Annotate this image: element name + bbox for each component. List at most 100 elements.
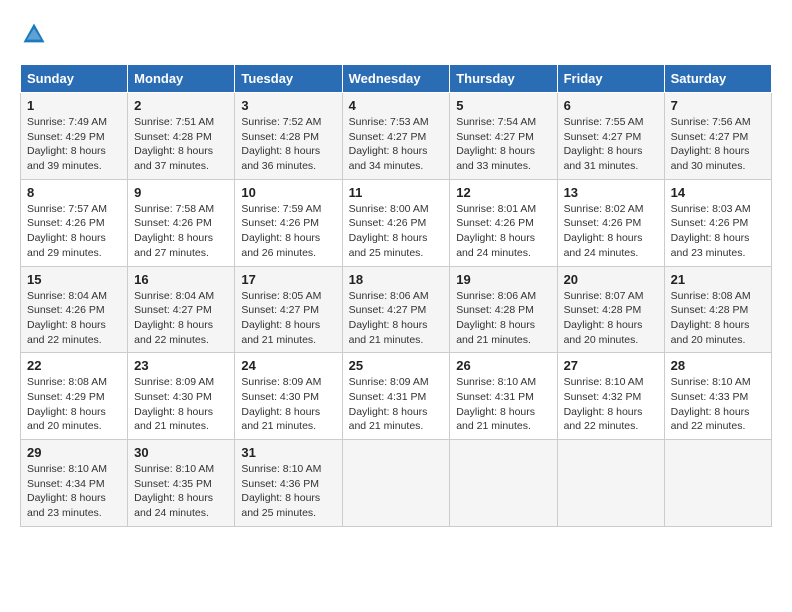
day-number: 4 (349, 98, 444, 113)
calendar-cell: 13 Sunrise: 8:02 AMSunset: 4:26 PMDayligh… (557, 179, 664, 266)
day-number: 27 (564, 358, 658, 373)
day-number: 10 (241, 185, 335, 200)
day-number: 21 (671, 272, 765, 287)
day-number: 5 (456, 98, 550, 113)
day-info: Sunrise: 7:49 AMSunset: 4:29 PMDaylight:… (27, 115, 121, 174)
calendar-cell: 6 Sunrise: 7:55 AMSunset: 4:27 PMDaylight… (557, 93, 664, 180)
day-number: 8 (27, 185, 121, 200)
col-header-monday: Monday (128, 65, 235, 93)
day-info: Sunrise: 8:08 AMSunset: 4:28 PMDaylight:… (671, 289, 765, 348)
day-number: 22 (27, 358, 121, 373)
day-info: Sunrise: 7:55 AMSunset: 4:27 PMDaylight:… (564, 115, 658, 174)
day-info: Sunrise: 7:51 AMSunset: 4:28 PMDaylight:… (134, 115, 228, 174)
calendar-cell: 9 Sunrise: 7:58 AMSunset: 4:26 PMDaylight… (128, 179, 235, 266)
day-number: 9 (134, 185, 228, 200)
calendar-cell: 18 Sunrise: 8:06 AMSunset: 4:27 PMDayligh… (342, 266, 450, 353)
calendar-cell: 23 Sunrise: 8:09 AMSunset: 4:30 PMDayligh… (128, 353, 235, 440)
day-number: 20 (564, 272, 658, 287)
calendar-cell: 15 Sunrise: 8:04 AMSunset: 4:26 PMDayligh… (21, 266, 128, 353)
day-info: Sunrise: 8:06 AMSunset: 4:28 PMDaylight:… (456, 289, 550, 348)
day-info: Sunrise: 7:53 AMSunset: 4:27 PMDaylight:… (349, 115, 444, 174)
calendar-table: SundayMondayTuesdayWednesdayThursdayFrid… (20, 64, 772, 527)
day-number: 12 (456, 185, 550, 200)
day-info: Sunrise: 7:58 AMSunset: 4:26 PMDaylight:… (134, 202, 228, 261)
day-info: Sunrise: 7:56 AMSunset: 4:27 PMDaylight:… (671, 115, 765, 174)
calendar-cell: 10 Sunrise: 7:59 AMSunset: 4:26 PMDayligh… (235, 179, 342, 266)
calendar-cell: 5 Sunrise: 7:54 AMSunset: 4:27 PMDaylight… (450, 93, 557, 180)
calendar-cell: 31 Sunrise: 8:10 AMSunset: 4:36 PMDayligh… (235, 440, 342, 527)
day-info: Sunrise: 8:10 AMSunset: 4:34 PMDaylight:… (27, 462, 121, 521)
day-info: Sunrise: 8:05 AMSunset: 4:27 PMDaylight:… (241, 289, 335, 348)
col-header-sunday: Sunday (21, 65, 128, 93)
calendar-cell: 14 Sunrise: 8:03 AMSunset: 4:26 PMDayligh… (664, 179, 771, 266)
calendar-cell: 29 Sunrise: 8:10 AMSunset: 4:34 PMDayligh… (21, 440, 128, 527)
day-number: 15 (27, 272, 121, 287)
day-number: 6 (564, 98, 658, 113)
day-info: Sunrise: 8:02 AMSunset: 4:26 PMDaylight:… (564, 202, 658, 261)
day-info: Sunrise: 8:00 AMSunset: 4:26 PMDaylight:… (349, 202, 444, 261)
day-number: 11 (349, 185, 444, 200)
day-info: Sunrise: 8:09 AMSunset: 4:31 PMDaylight:… (349, 375, 444, 434)
day-info: Sunrise: 8:10 AMSunset: 4:33 PMDaylight:… (671, 375, 765, 434)
day-number: 31 (241, 445, 335, 460)
calendar-cell: 8 Sunrise: 7:57 AMSunset: 4:26 PMDaylight… (21, 179, 128, 266)
day-number: 18 (349, 272, 444, 287)
day-info: Sunrise: 7:59 AMSunset: 4:26 PMDaylight:… (241, 202, 335, 261)
col-header-friday: Friday (557, 65, 664, 93)
calendar-cell: 27Sunrise: 8:10 AMSunset: 4:32 PMDayligh… (557, 353, 664, 440)
day-info: Sunrise: 7:57 AMSunset: 4:26 PMDaylight:… (27, 202, 121, 261)
day-number: 23 (134, 358, 228, 373)
day-number: 24 (241, 358, 335, 373)
day-info: Sunrise: 8:10 AMSunset: 4:31 PMDaylight:… (456, 375, 550, 434)
day-number: 2 (134, 98, 228, 113)
calendar-cell: 1 Sunrise: 7:49 AMSunset: 4:29 PMDaylight… (21, 93, 128, 180)
day-number: 13 (564, 185, 658, 200)
day-number: 1 (27, 98, 121, 113)
day-info: Sunrise: 8:01 AMSunset: 4:26 PMDaylight:… (456, 202, 550, 261)
calendar-cell: 17 Sunrise: 8:05 AMSunset: 4:27 PMDayligh… (235, 266, 342, 353)
calendar-cell: 12 Sunrise: 8:01 AMSunset: 4:26 PMDayligh… (450, 179, 557, 266)
calendar-cell: 25 Sunrise: 8:09 AMSunset: 4:31 PMDayligh… (342, 353, 450, 440)
day-number: 25 (349, 358, 444, 373)
calendar-cell: 28 Sunrise: 8:10 AMSunset: 4:33 PMDayligh… (664, 353, 771, 440)
day-number: 19 (456, 272, 550, 287)
calendar-cell: 3 Sunrise: 7:52 AMSunset: 4:28 PMDaylight… (235, 93, 342, 180)
day-info: Sunrise: 8:09 AMSunset: 4:30 PMDaylight:… (134, 375, 228, 434)
day-info: Sunrise: 8:03 AMSunset: 4:26 PMDaylight:… (671, 202, 765, 261)
day-number: 28 (671, 358, 765, 373)
col-header-wednesday: Wednesday (342, 65, 450, 93)
day-number: 14 (671, 185, 765, 200)
logo-icon (20, 20, 48, 48)
calendar-cell: 24 Sunrise: 8:09 AMSunset: 4:30 PMDayligh… (235, 353, 342, 440)
calendar-cell: 16Sunrise: 8:04 AMSunset: 4:27 PMDayligh… (128, 266, 235, 353)
logo (20, 20, 52, 48)
page-header (20, 20, 772, 48)
calendar-cell: 20 Sunrise: 8:07 AMSunset: 4:28 PMDayligh… (557, 266, 664, 353)
day-info: Sunrise: 8:09 AMSunset: 4:30 PMDaylight:… (241, 375, 335, 434)
calendar-cell: 7 Sunrise: 7:56 AMSunset: 4:27 PMDaylight… (664, 93, 771, 180)
calendar-cell: 4 Sunrise: 7:53 AMSunset: 4:27 PMDaylight… (342, 93, 450, 180)
day-info: Sunrise: 7:54 AMSunset: 4:27 PMDaylight:… (456, 115, 550, 174)
day-info: Sunrise: 8:10 AMSunset: 4:36 PMDaylight:… (241, 462, 335, 521)
day-info: Sunrise: 8:10 AMSunset: 4:35 PMDaylight:… (134, 462, 228, 521)
day-info: Sunrise: 8:07 AMSunset: 4:28 PMDaylight:… (564, 289, 658, 348)
day-info: Sunrise: 8:04 AMSunset: 4:26 PMDaylight:… (27, 289, 121, 348)
calendar-cell: 26 Sunrise: 8:10 AMSunset: 4:31 PMDayligh… (450, 353, 557, 440)
col-header-saturday: Saturday (664, 65, 771, 93)
calendar-cell (664, 440, 771, 527)
day-info: Sunrise: 8:06 AMSunset: 4:27 PMDaylight:… (349, 289, 444, 348)
day-number: 29 (27, 445, 121, 460)
calendar-cell: 30Sunrise: 8:10 AMSunset: 4:35 PMDayligh… (128, 440, 235, 527)
day-number: 16 (134, 272, 228, 287)
calendar-cell: 21 Sunrise: 8:08 AMSunset: 4:28 PMDayligh… (664, 266, 771, 353)
calendar-cell: 2 Sunrise: 7:51 AMSunset: 4:28 PMDaylight… (128, 93, 235, 180)
col-header-thursday: Thursday (450, 65, 557, 93)
calendar-cell (557, 440, 664, 527)
day-number: 26 (456, 358, 550, 373)
day-info: Sunrise: 8:08 AMSunset: 4:29 PMDaylight:… (27, 375, 121, 434)
day-number: 7 (671, 98, 765, 113)
day-number: 3 (241, 98, 335, 113)
col-header-tuesday: Tuesday (235, 65, 342, 93)
day-number: 17 (241, 272, 335, 287)
day-info: Sunrise: 7:52 AMSunset: 4:28 PMDaylight:… (241, 115, 335, 174)
